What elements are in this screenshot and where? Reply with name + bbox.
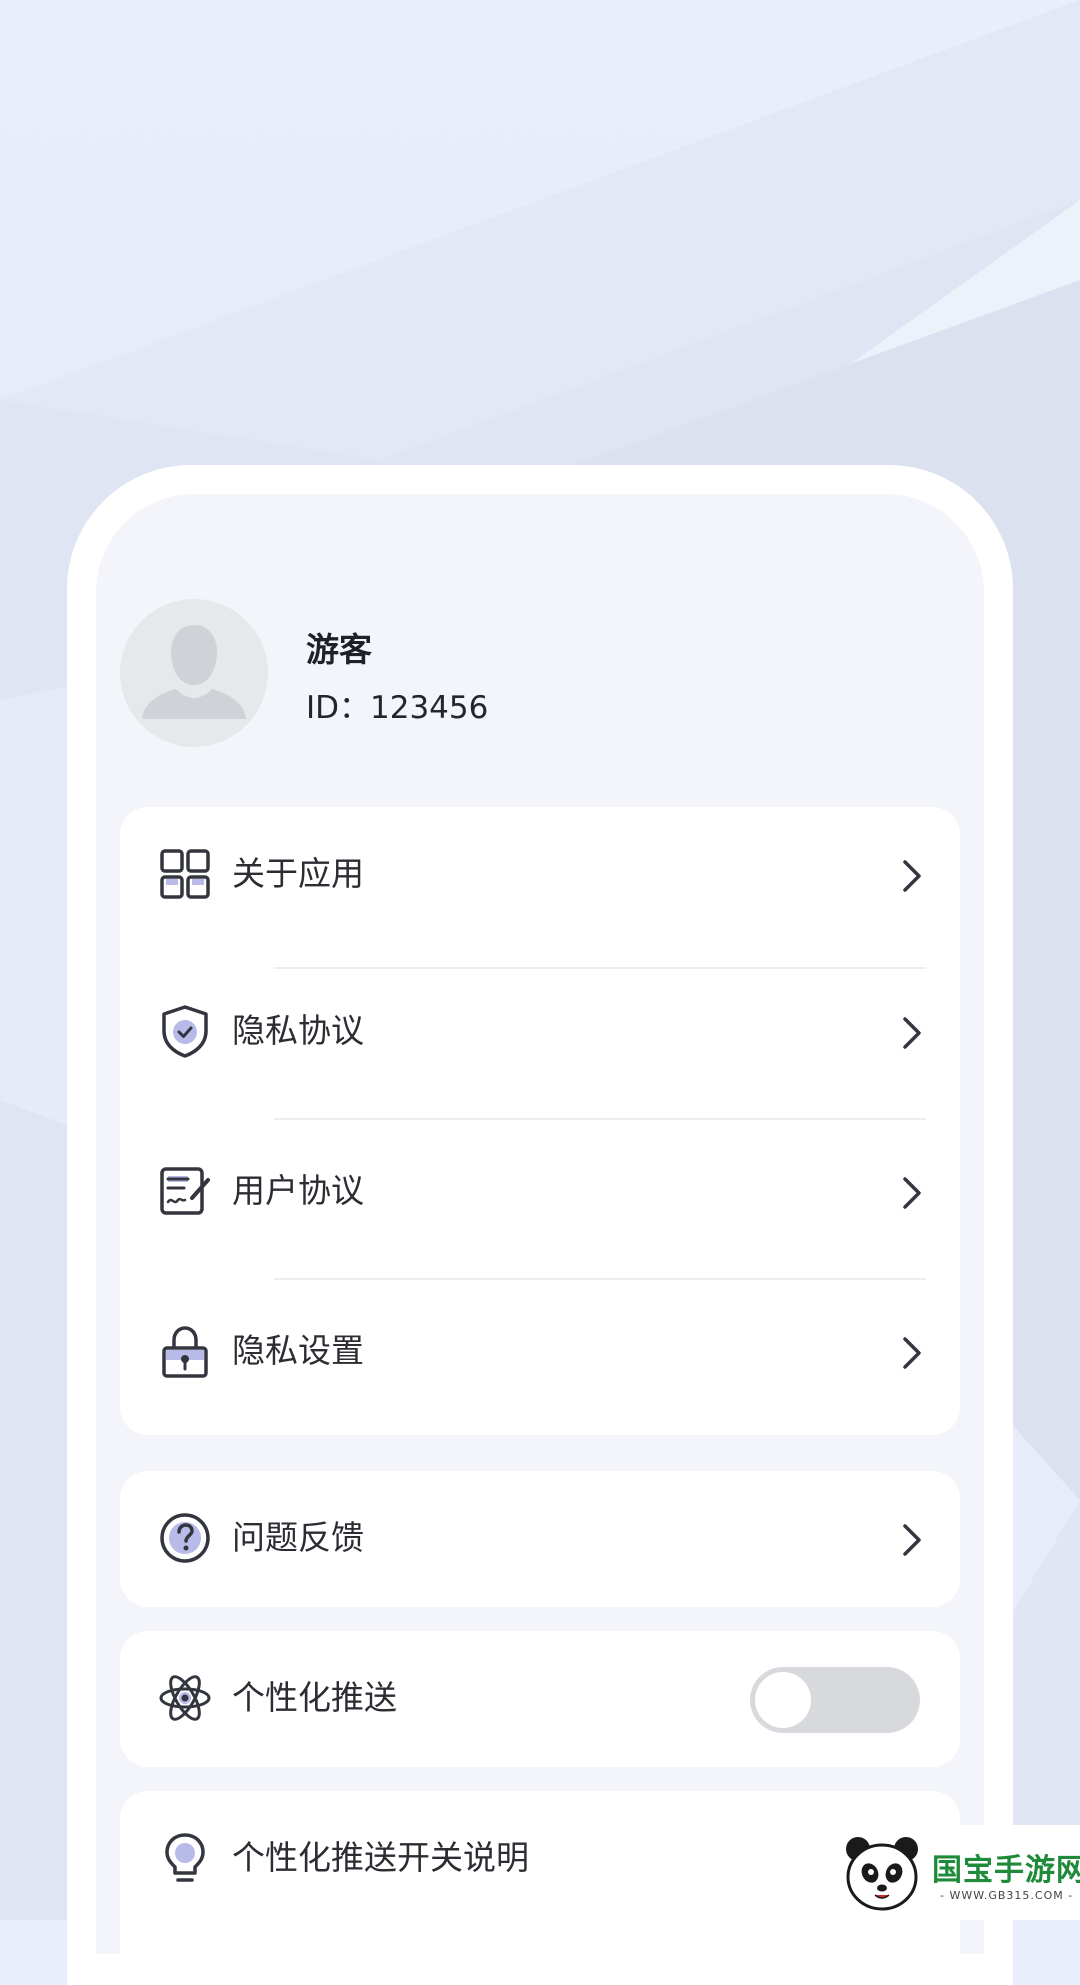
divider <box>274 967 926 969</box>
menu-item-about-label: 关于应用 <box>232 854 364 893</box>
divider <box>274 1118 926 1120</box>
panda-logo-icon <box>846 1837 918 1911</box>
feedback-card: 问题反馈 <box>120 1471 960 1607</box>
menu-card: 关于应用 隐私协议 用户协议 隐私设置 <box>120 807 960 1435</box>
watermark-url: - WWW.GB315.COM - <box>940 1889 1074 1902</box>
question-circle-icon <box>160 1513 210 1563</box>
menu-item-user-agreement[interactable]: 用户协议 <box>120 1141 960 1241</box>
menu-item-privacy-policy-label: 隐私协议 <box>232 1011 364 1050</box>
atom-icon <box>159 1675 211 1721</box>
push-card: 个性化推送 <box>120 1631 960 1767</box>
menu-item-privacy-settings[interactable]: 隐私设置 <box>120 1301 960 1401</box>
personalized-push-toggle[interactable] <box>750 1667 920 1733</box>
menu-item-privacy-policy[interactable]: 隐私协议 <box>120 981 960 1081</box>
user-id: ID：123456 <box>306 690 489 726</box>
watermark-logo: 国宝手游网 - WWW.GB315.COM - <box>828 1825 1080 1920</box>
personalized-push-label: 个性化推送 <box>232 1678 397 1717</box>
watermark-brand: 国宝手游网 <box>932 1853 1080 1888</box>
chevron-right-icon <box>903 1337 921 1369</box>
menu-item-feedback[interactable]: 问题反馈 <box>120 1488 960 1588</box>
menu-item-privacy-settings-label: 隐私设置 <box>232 1331 364 1370</box>
document-sign-icon <box>160 1167 210 1215</box>
avatar[interactable] <box>120 599 268 747</box>
menu-item-about[interactable]: 关于应用 <box>120 824 960 924</box>
push-explain-label: 个性化推送开关说明 <box>232 1838 529 1877</box>
profile-header[interactable]: 游客 ID：123456 <box>120 599 920 749</box>
lightbulb-icon <box>165 1833 205 1882</box>
divider <box>274 1278 926 1280</box>
chevron-right-icon <box>903 1524 921 1556</box>
chevron-right-icon <box>903 1177 921 1209</box>
menu-item-feedback-label: 问题反馈 <box>232 1518 364 1557</box>
phone-screen: 游客 ID：123456 关于应用 隐私协议 用户协议 隐私设置 问题反馈 个性… <box>96 494 984 1954</box>
toggle-knob <box>755 1672 811 1728</box>
user-silhouette-icon <box>120 599 268 747</box>
menu-item-user-agreement-label: 用户协议 <box>232 1171 364 1210</box>
chevron-right-icon <box>903 1017 921 1049</box>
chevron-right-icon <box>903 860 921 892</box>
username: 游客 <box>306 630 372 669</box>
shield-check-icon <box>162 1005 208 1058</box>
lock-icon <box>162 1326 208 1378</box>
grid-apps-icon <box>160 849 210 899</box>
